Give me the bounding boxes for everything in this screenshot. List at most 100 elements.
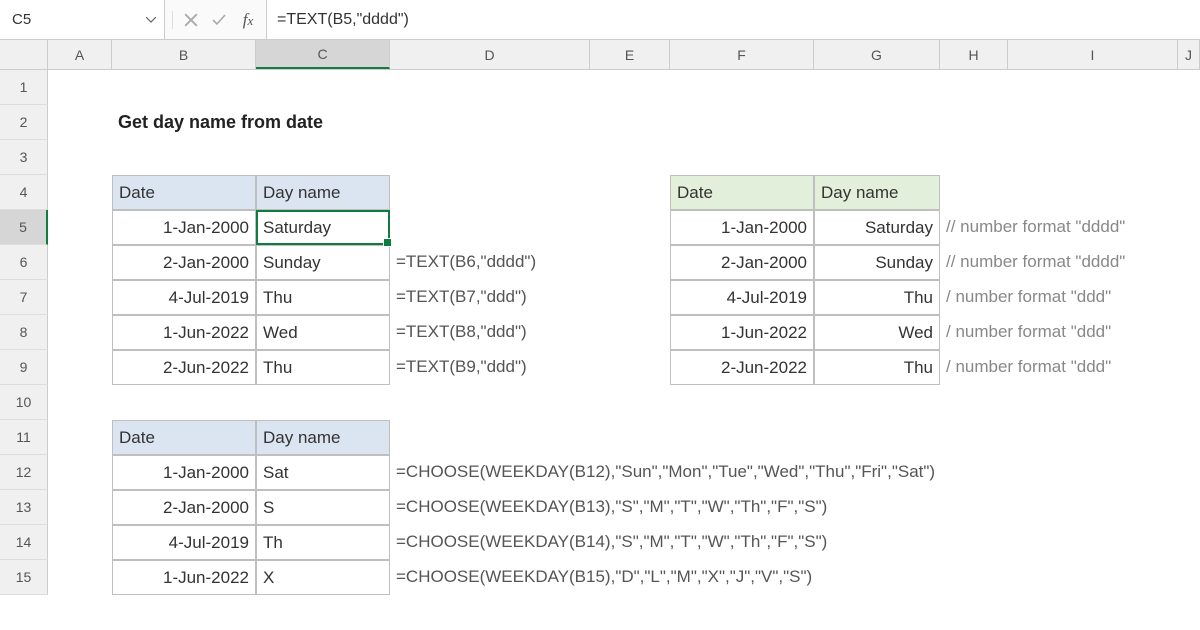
insert-function-button[interactable]: fx [234, 10, 262, 30]
cell-F9[interactable]: 2-Jun-2022 [670, 350, 814, 385]
row-header[interactable]: 2 [0, 105, 48, 140]
col-header-F[interactable]: F [670, 40, 814, 69]
cell-H9[interactable]: / number format "ddd" [940, 350, 1008, 385]
column-headers: A B C D E F G H I J [0, 40, 1200, 70]
table-row: 15 1-Jun-2022 X =CHOOSE(WEEKDAY(B15),"D"… [0, 560, 1200, 595]
col-header-J[interactable]: J [1178, 40, 1200, 69]
row-header[interactable]: 13 [0, 490, 48, 525]
col-header-E[interactable]: E [590, 40, 670, 69]
cell-B15[interactable]: 1-Jun-2022 [112, 560, 256, 595]
col-header-H[interactable]: H [940, 40, 1008, 69]
col-header-B[interactable]: B [112, 40, 256, 69]
enter-button[interactable] [206, 7, 232, 33]
table-row: 6 2-Jan-2000 Sunday =TEXT(B6,"dddd") 2-J… [0, 245, 1200, 280]
cell-F8[interactable]: 1-Jun-2022 [670, 315, 814, 350]
row-header[interactable]: 1 [0, 70, 48, 105]
formula-bar: C5 fx [0, 0, 1200, 40]
cell-D12[interactable]: =CHOOSE(WEEKDAY(B12),"Sun","Mon","Tue","… [390, 455, 590, 490]
cell-B12[interactable]: 1-Jan-2000 [112, 455, 256, 490]
row-header[interactable]: 9 [0, 350, 48, 385]
table-row: 2 Get day name from date [0, 105, 1200, 140]
cell-B6[interactable]: 2-Jan-2000 [112, 245, 256, 280]
cell-D9[interactable]: =TEXT(B9,"ddd") [390, 350, 590, 385]
cell-B14[interactable]: 4-Jul-2019 [112, 525, 256, 560]
cell-C14[interactable]: Th [256, 525, 390, 560]
cell-B7[interactable]: 4-Jul-2019 [112, 280, 256, 315]
cell-C12[interactable]: Sat [256, 455, 390, 490]
cell-D8[interactable]: =TEXT(B8,"ddd") [390, 315, 590, 350]
name-box[interactable]: C5 [0, 0, 165, 39]
divider [172, 11, 173, 29]
cell-C7[interactable]: Thu [256, 280, 390, 315]
cell-B13[interactable]: 2-Jan-2000 [112, 490, 256, 525]
cell-F7[interactable]: 4-Jul-2019 [670, 280, 814, 315]
cell-H7[interactable]: / number format "ddd" [940, 280, 1008, 315]
cell-C15[interactable]: X [256, 560, 390, 595]
col-header-G[interactable]: G [814, 40, 940, 69]
chevron-down-icon[interactable] [146, 14, 156, 26]
cell-F5[interactable]: 1-Jan-2000 [670, 210, 814, 245]
cell-F6[interactable]: 2-Jan-2000 [670, 245, 814, 280]
table-row: 3 [0, 140, 1200, 175]
formula-bar-controls: fx [165, 0, 267, 39]
table1-header-date: Date [112, 175, 256, 210]
cell-D13[interactable]: =CHOOSE(WEEKDAY(B13),"S","M","T","W","Th… [390, 490, 590, 525]
cell-C5[interactable]: Saturday [256, 210, 390, 245]
col-header-C[interactable]: C [256, 40, 390, 69]
row-header[interactable]: 14 [0, 525, 48, 560]
cell-H8[interactable]: / number format "ddd" [940, 315, 1008, 350]
table3-header-date: Date [112, 420, 256, 455]
cell-G5[interactable]: Saturday [814, 210, 940, 245]
cell-B5[interactable]: 1-Jan-2000 [112, 210, 256, 245]
table-row: 11 Date Day name [0, 420, 1200, 455]
cell-D5[interactable] [390, 210, 590, 245]
select-all-corner[interactable] [0, 40, 48, 69]
row-header[interactable]: 5 [0, 210, 48, 245]
row-header[interactable]: 11 [0, 420, 48, 455]
cell-G7[interactable]: Thu [814, 280, 940, 315]
cell-C6[interactable]: Sunday [256, 245, 390, 280]
row-header[interactable]: 6 [0, 245, 48, 280]
table2-header-date: Date [670, 175, 814, 210]
spreadsheet-grid[interactable]: A B C D E F G H I J 1 2 Get day name fro… [0, 40, 1200, 595]
name-box-value: C5 [8, 11, 31, 28]
col-header-D[interactable]: D [390, 40, 590, 69]
row-header[interactable]: 3 [0, 140, 48, 175]
table-row: 1 [0, 70, 1200, 105]
row-header[interactable]: 8 [0, 315, 48, 350]
cell-C13[interactable]: S [256, 490, 390, 525]
cancel-button[interactable] [178, 7, 204, 33]
row-header[interactable]: 7 [0, 280, 48, 315]
table-row: 14 4-Jul-2019 Th =CHOOSE(WEEKDAY(B14),"S… [0, 525, 1200, 560]
col-header-I[interactable]: I [1008, 40, 1178, 69]
row-header[interactable]: 15 [0, 560, 48, 595]
rows: 1 2 Get day name from date 3 4 Date Day … [0, 70, 1200, 595]
formula-input[interactable] [267, 0, 1200, 39]
cell-H5[interactable]: // number format "dddd" [940, 210, 1008, 245]
cell-C8[interactable]: Wed [256, 315, 390, 350]
table-row[interactable]: 8 1-Jun-2022 Wed =TEXT(B8,"ddd") 1-Jun-2… [0, 315, 1200, 350]
col-header-A[interactable]: A [48, 40, 112, 69]
cell-G9[interactable]: Thu [814, 350, 940, 385]
row-header[interactable]: 4 [0, 175, 48, 210]
cell-G8[interactable]: Wed [814, 315, 940, 350]
cell-G6[interactable]: Sunday [814, 245, 940, 280]
cell-C9[interactable]: Thu [256, 350, 390, 385]
row-header[interactable]: 12 [0, 455, 48, 490]
table-row: 12 1-Jan-2000 Sat =CHOOSE(WEEKDAY(B12),"… [0, 455, 1200, 490]
excel-window: C5 fx A B C D E F G H [0, 0, 1200, 630]
table-row: 7 4-Jul-2019 Thu =TEXT(B7,"ddd") 4-Jul-2… [0, 280, 1200, 315]
table3-header-day: Day name [256, 420, 390, 455]
cell-D6[interactable]: =TEXT(B6,"dddd") [390, 245, 590, 280]
table-row: 13 2-Jan-2000 S =CHOOSE(WEEKDAY(B13),"S"… [0, 490, 1200, 525]
table-row: 9 2-Jun-2022 Thu =TEXT(B9,"ddd") 2-Jun-2… [0, 350, 1200, 385]
cell-D7[interactable]: =TEXT(B7,"ddd") [390, 280, 590, 315]
cell-H6[interactable]: // number format "dddd" [940, 245, 1008, 280]
cell-B9[interactable]: 2-Jun-2022 [112, 350, 256, 385]
cell-D14[interactable]: =CHOOSE(WEEKDAY(B14),"S","M","T","W","Th… [390, 525, 590, 560]
table-row: 10 [0, 385, 1200, 420]
cell-D15[interactable]: =CHOOSE(WEEKDAY(B15),"D","L","M","X","J"… [390, 560, 590, 595]
page-title: Get day name from date [112, 105, 256, 140]
row-header[interactable]: 10 [0, 385, 48, 420]
cell-B8[interactable]: 1-Jun-2022 [112, 315, 256, 350]
